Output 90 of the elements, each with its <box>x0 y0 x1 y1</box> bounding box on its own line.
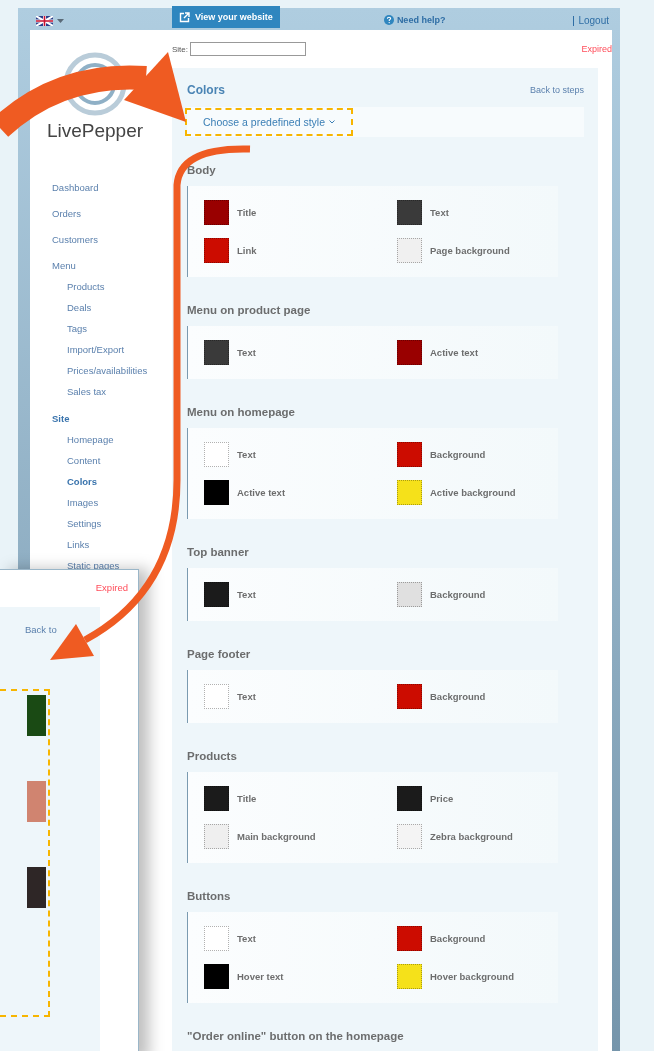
question-icon <box>383 15 394 25</box>
chevron-icon <box>329 120 335 124</box>
logo-text: LivePepper <box>46 120 144 142</box>
color-swatch[interactable] <box>204 926 229 951</box>
swatch-label: Price <box>430 793 454 804</box>
color-swatch[interactable] <box>204 442 229 467</box>
swatch-label: Zebra background <box>430 831 513 842</box>
nav-item[interactable]: Homepage <box>67 434 114 446</box>
color-swatch[interactable] <box>27 695 46 736</box>
nav-item[interactable]: Deals <box>67 302 92 314</box>
section-title: Products <box>187 749 238 764</box>
nav-item[interactable]: Products <box>67 281 105 293</box>
section-title: Top banner <box>187 545 250 560</box>
color-swatch[interactable] <box>397 200 422 225</box>
nav-item[interactable]: Images <box>67 497 99 509</box>
swatch-label: Active text <box>237 487 286 498</box>
color-swatch[interactable] <box>397 684 422 709</box>
color-swatch[interactable] <box>27 781 46 822</box>
panel-title: Colors <box>187 83 225 97</box>
logo-ring-icon <box>63 52 127 116</box>
color-swatch[interactable] <box>204 786 229 811</box>
swatch-label: Main background <box>237 831 316 842</box>
nav-item[interactable]: Content <box>67 455 101 467</box>
swatch-label: Page background <box>430 245 510 256</box>
nav-item[interactable]: Dashboard <box>52 182 99 194</box>
nav-item[interactable]: Links <box>67 539 90 551</box>
nav-item[interactable]: Import/Export <box>67 344 125 356</box>
color-swatch[interactable] <box>397 824 422 849</box>
nav-item[interactable]: Site <box>52 413 70 425</box>
color-swatch[interactable] <box>204 340 229 365</box>
site-field[interactable] <box>190 42 306 56</box>
nav-item[interactable]: Menu <box>52 260 76 272</box>
color-swatch[interactable] <box>397 786 422 811</box>
swatch-label: Text <box>237 933 256 944</box>
back-link[interactable]: Back to <box>25 624 57 635</box>
swatch-label: Text <box>237 347 256 358</box>
flag-icon[interactable] <box>36 16 53 26</box>
color-swatch[interactable] <box>397 480 422 505</box>
color-swatch[interactable] <box>27 867 46 908</box>
color-swatch[interactable] <box>397 238 422 263</box>
section-title: Page footer <box>187 647 252 662</box>
back-link[interactable]: Back to steps <box>529 85 584 95</box>
nav-item[interactable]: Colors <box>67 476 98 488</box>
nav-item[interactable]: Tags <box>67 323 88 335</box>
section-title: Body <box>187 163 217 178</box>
color-swatch[interactable] <box>204 824 229 849</box>
color-swatch[interactable] <box>204 582 229 607</box>
status-text: Expired <box>95 581 129 593</box>
color-swatch[interactable] <box>397 442 422 467</box>
swatch-label: Text <box>237 589 256 600</box>
swatch-label: Title <box>237 207 257 218</box>
external-link-icon <box>179 11 190 23</box>
color-swatch[interactable] <box>204 238 229 263</box>
color-swatch[interactable] <box>204 480 229 505</box>
color-swatch[interactable] <box>397 582 422 607</box>
swatch-label: Background <box>430 449 486 460</box>
swatch-label: Background <box>430 691 486 702</box>
swatch-label: Link <box>237 245 257 256</box>
swatch-label: Hover background <box>430 971 514 982</box>
site-label: Site: <box>172 44 188 54</box>
swatch-label: Text <box>237 449 256 460</box>
color-swatch[interactable] <box>397 964 422 989</box>
caret-icon[interactable] <box>57 19 64 23</box>
color-swatch[interactable] <box>204 200 229 225</box>
help-link[interactable]: Need help? <box>383 8 446 30</box>
section-title: Buttons <box>187 889 232 904</box>
swatch-label: Hover text <box>237 971 284 982</box>
swatch-label: Text <box>237 691 256 702</box>
swatch-label: Background <box>430 589 486 600</box>
logout-link[interactable]: Logout <box>573 15 612 26</box>
status-text: Expired <box>581 44 612 54</box>
swatch-label: Background <box>430 933 486 944</box>
style-dropdown[interactable]: Choose a predefined style <box>203 116 335 128</box>
swatch-label: Title <box>237 793 257 804</box>
view-website-button[interactable]: View your website <box>172 6 280 28</box>
nav-item[interactable]: Prices/availabilities <box>67 365 148 377</box>
color-swatch[interactable] <box>397 926 422 951</box>
nav-item[interactable]: Customers <box>52 234 98 246</box>
color-swatch[interactable] <box>204 964 229 989</box>
nav-item[interactable]: Orders <box>52 208 82 220</box>
color-swatch[interactable] <box>204 684 229 709</box>
section-title: "Order online" button on the homepage <box>187 1029 405 1044</box>
color-swatch[interactable] <box>397 340 422 365</box>
swatch-label: Active text <box>430 347 479 358</box>
section-title: Menu on homepage <box>187 405 296 420</box>
swatch-label: Text <box>430 207 449 218</box>
swatch-label: Active background <box>430 487 516 498</box>
section-title: Menu on product page <box>187 303 312 318</box>
nav-item[interactable]: Settings <box>67 518 102 530</box>
nav-item[interactable]: Sales tax <box>67 386 107 398</box>
